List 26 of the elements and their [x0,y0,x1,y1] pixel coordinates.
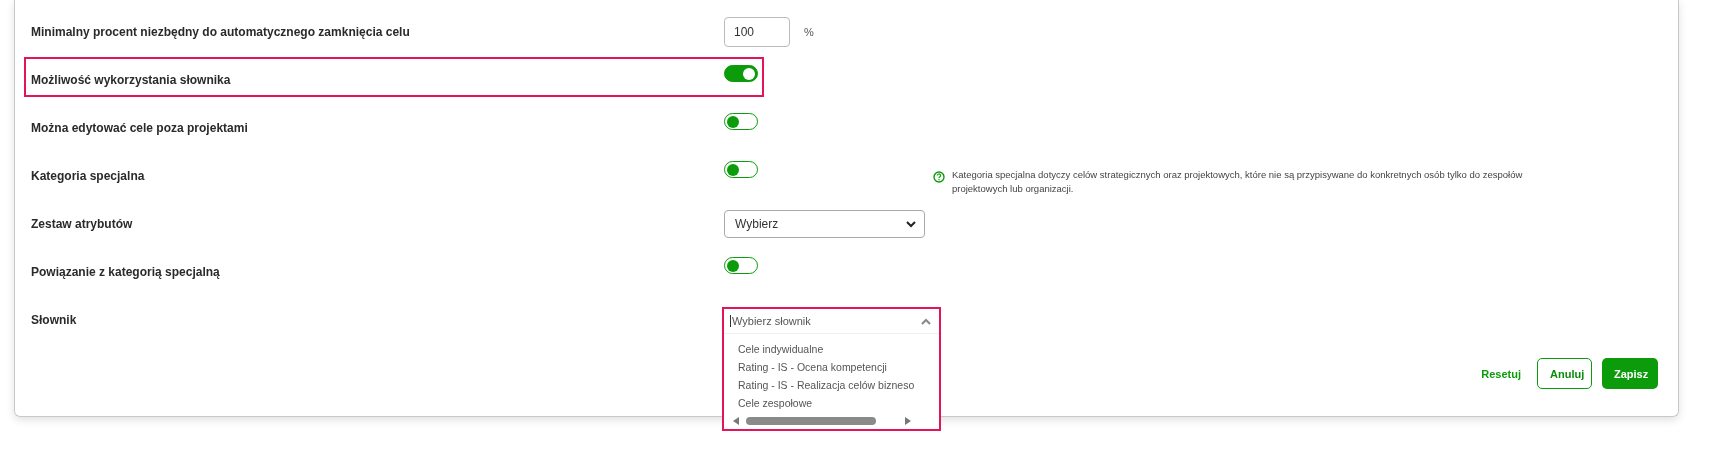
field-label: Możliwość wykorzystania słownika [31,73,232,87]
field-label: Można edytować cele poza projektami [31,121,249,135]
horizontal-scrollbar[interactable] [732,416,912,426]
help-icon [933,171,945,183]
attribute-select[interactable]: Wybierz [724,210,925,238]
help-text: Kategoria specjalna dotyczy celów strategicznych oraz projektowych, które nie są przypisywane do konkretnych osób tylko do zespołów projektowych lub organizacji. [952,168,1524,196]
number-field[interactable]: 100 [724,17,790,47]
save-button[interactable]: Zapisz [1602,358,1658,389]
field-label: Słownik [31,313,78,327]
dropdown-option[interactable]: Cele indywidualne [738,340,939,358]
unit-label: % [804,26,814,38]
dropdown-option[interactable]: Rating - IS - Ocena kompetencji [738,358,939,376]
toggle-switch[interactable] [724,257,758,274]
field-label: Minimalny procent niezbędny do automatycznego zamknięcia celu [31,25,411,39]
field-label: Powiązanie z kategorią specjalną [31,265,221,279]
toggle-switch[interactable] [724,113,758,130]
dropdown-option[interactable]: Cele zespołowe [738,394,939,412]
field-label: Kategoria specjalna [31,169,146,183]
toggle-switch[interactable] [724,161,758,178]
cancel-button[interactable]: Anuluj [1537,358,1592,389]
dropdown-option[interactable]: Rating - IS - Realizacja celów bizneso [738,376,939,394]
toggle-switch[interactable] [724,65,758,82]
chevron-down-icon [906,220,916,228]
reset-link[interactable]: Resetuj [1475,358,1527,389]
chevron-up-icon[interactable] [921,317,931,325]
field-label: Zestaw atrybutów [31,217,134,231]
